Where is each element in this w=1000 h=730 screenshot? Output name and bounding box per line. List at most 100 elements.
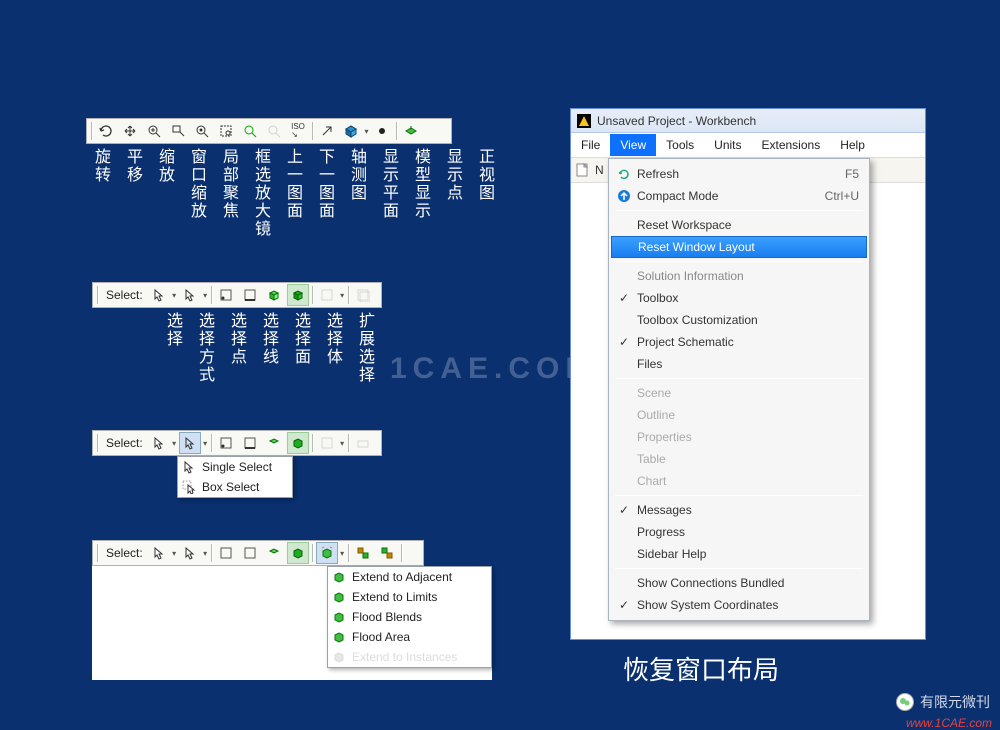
select-edge-icon[interactable] [239,542,261,564]
vm-compact[interactable]: Compact Mode Ctrl+U [609,185,869,207]
zoom-in-icon[interactable] [143,120,165,142]
shaded-icon[interactable] [340,120,362,142]
label-fit: 局部聚焦 [216,148,240,238]
slide-caption: 恢复窗口布局 [623,650,779,687]
select-point-icon[interactable] [215,284,237,306]
point-view-icon[interactable] [371,120,393,142]
label-select-point: 选择点 [224,312,248,384]
extend-more-icon[interactable] [352,432,374,454]
extend-adjacent-item[interactable]: Extend to Adjacent [328,567,491,587]
vm-toolbox-custom[interactable]: Toolbox Customization [609,309,869,331]
select-single-icon[interactable] [148,542,170,564]
select-body-icon[interactable] [287,542,309,564]
select-body-icon[interactable] [287,284,309,306]
iso-view-icon[interactable]: ISO↘ [287,120,309,142]
select-body-icon[interactable] [287,432,309,454]
extend-icon[interactable] [316,432,338,454]
select-single-icon[interactable] [148,284,170,306]
zoom-box-icon[interactable] [215,120,237,142]
zoom-window-icon[interactable] [167,120,189,142]
vm-table: Table [609,448,869,470]
vm-toolbox[interactable]: ✓Toolbox [609,287,869,309]
section-plane-icon[interactable] [316,120,338,142]
extend-adj-icon[interactable] [352,542,374,564]
label-point: 显示点 [440,148,464,238]
select-toolbar-3: Select: ▾ ▾ ▾ [92,540,424,566]
cursor-icon [182,460,196,474]
box-select-item[interactable]: Box Select [178,477,292,497]
extend-more-icon[interactable] [352,284,374,306]
new-file-icon[interactable] [575,162,591,178]
single-select-label: Single Select [202,460,272,474]
refresh-icon [617,167,631,181]
rotate-icon[interactable] [95,120,117,142]
extend-icon[interactable] [316,542,338,564]
select-face-icon[interactable] [263,432,285,454]
vm-chart: Chart [609,470,869,492]
menu-file[interactable]: File [571,134,610,156]
watermark: 1CAE.COM [390,352,596,386]
label-select-face: 选择面 [288,312,312,384]
select-point-icon[interactable] [215,432,237,454]
zoom-selected-icon[interactable] [239,120,261,142]
vm-system-coords[interactable]: ✓Show System Coordinates [609,594,869,616]
view-menu: Refresh F5 Compact Mode Ctrl+U Reset Wor… [608,158,870,621]
vm-outline: Outline [609,404,869,426]
select-mode-icon[interactable] [179,284,201,306]
wechat-icon [896,693,914,711]
select-single-icon[interactable] [148,432,170,454]
flood-area-item[interactable]: Flood Area [328,627,491,647]
vm-sidebar-help[interactable]: Sidebar Help [609,543,869,565]
flood-blends-item[interactable]: Flood Blends [328,607,491,627]
label-window-zoom: 窗口缩放 [184,148,208,238]
select-edge-icon[interactable] [239,432,261,454]
extend-lim-icon[interactable] [376,542,398,564]
vm-files[interactable]: Files [609,353,869,375]
vm-reset-workspace[interactable]: Reset Workspace [609,214,869,236]
menu-bar: File View Tools Units Extensions Help [571,133,925,157]
select-mode-icon[interactable] [179,432,201,454]
vm-connections-bundled[interactable]: Show Connections Bundled [609,572,869,594]
vm-reset-window-layout[interactable]: Reset Window Layout [611,236,867,258]
vm-progress[interactable]: Progress [609,521,869,543]
label-select-mode: 选择方式 [192,312,216,384]
extend-menu: Extend to Adjacent Extend to Limits Floo… [327,566,492,668]
select-point-icon[interactable] [215,542,237,564]
menu-view[interactable]: View [610,134,656,156]
view-toolbar: ISO↘ ▾ [86,118,452,144]
label-prev: 上一图面 [280,148,304,238]
select-mode-icon[interactable] [179,542,201,564]
label-lookat: 正视图 [472,148,496,238]
window-title: Unsaved Project - Workbench [597,114,756,128]
select-face-icon[interactable] [263,542,285,564]
menu-extensions[interactable]: Extensions [752,134,831,156]
select-edge-icon[interactable] [239,284,261,306]
vm-messages[interactable]: ✓Messages [609,499,869,521]
single-select-item[interactable]: Single Select [178,457,292,477]
menu-help[interactable]: Help [830,134,875,156]
select-face-icon[interactable] [263,284,285,306]
vm-refresh[interactable]: Refresh F5 [609,163,869,185]
pan-icon[interactable] [119,120,141,142]
label-rotate: 旋转 [88,148,112,238]
compact-icon [617,189,631,203]
footer-brand: 有限元微刊 [896,692,990,712]
menu-tools[interactable]: Tools [656,134,704,156]
look-at-icon[interactable] [400,120,422,142]
extend-limits-item[interactable]: Extend to Limits [328,587,491,607]
vm-header-solution: Solution Information [609,265,869,287]
footer-url: www.1CAE.com [906,716,992,730]
menu-units[interactable]: Units [704,134,751,156]
label-select: 选择 [160,312,184,384]
label-plane: 显示平面 [376,148,400,238]
select-mode-menu: Single Select Box Select [177,456,293,498]
select-label: Select: [100,288,147,302]
label-box-zoom: 框选放大镜 [248,148,272,238]
zoom-previous-icon[interactable] [263,120,285,142]
extend-icon[interactable] [316,284,338,306]
label-iso: 轴测图 [344,148,368,238]
vm-project-schematic[interactable]: ✓Project Schematic [609,331,869,353]
zoom-fit-icon[interactable] [191,120,213,142]
select-toolbar-2: Select: ▾ ▾ ▾ [92,430,382,456]
label-display: 模型显示 [408,148,432,238]
